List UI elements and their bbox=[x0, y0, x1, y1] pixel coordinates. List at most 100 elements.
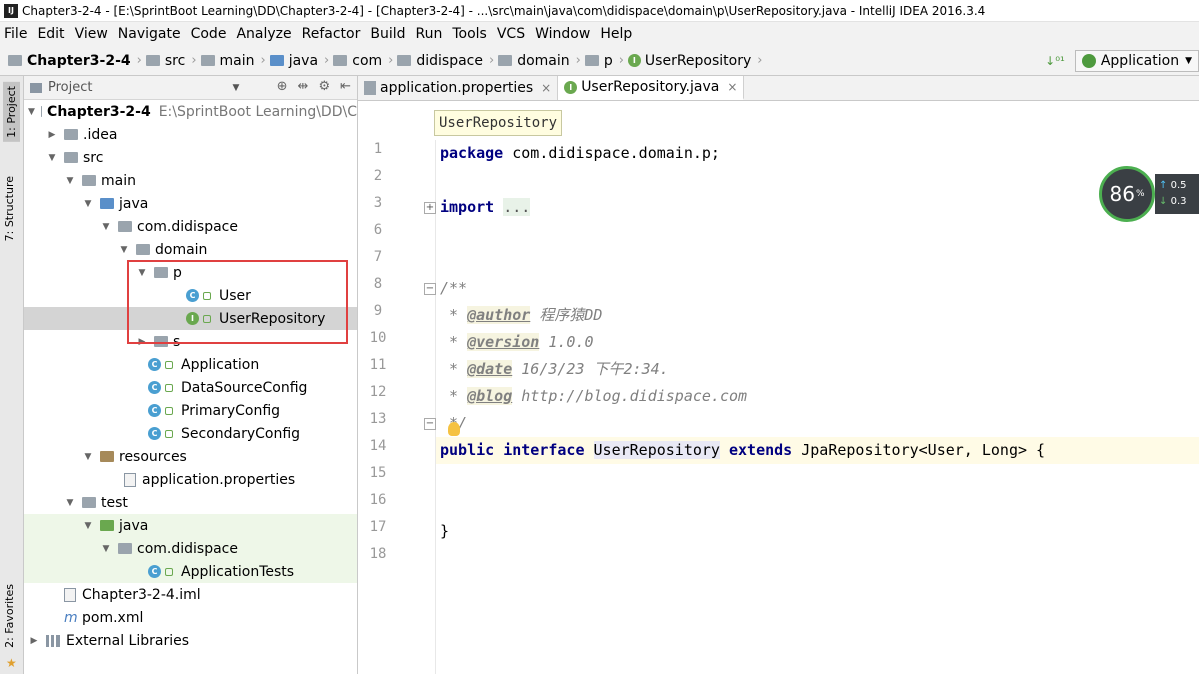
breadcrumb-p[interactable]: p › bbox=[584, 53, 624, 69]
tree-item-test[interactable]: ▼ test bbox=[24, 491, 357, 514]
package-icon bbox=[584, 55, 599, 66]
tab-userrepository-java[interactable]: I UserRepository.java × bbox=[558, 76, 745, 100]
tool-tab-project[interactable]: 1: Project bbox=[3, 82, 20, 142]
tree-item-datasourceconfig[interactable]: C DataSourceConfig bbox=[24, 376, 357, 399]
tree-item-s[interactable]: ▶ s bbox=[24, 330, 357, 353]
tree-item-user[interactable]: C User bbox=[24, 284, 357, 307]
line-number: 7 bbox=[373, 249, 383, 265]
class-icon: C bbox=[148, 427, 161, 440]
tree-item-p[interactable]: ▼ p bbox=[24, 261, 357, 284]
close-icon[interactable]: × bbox=[541, 81, 551, 95]
tree-item-iml[interactable]: Chapter3-2-4.iml bbox=[24, 583, 357, 606]
collapse-all-icon[interactable]: ⇹ bbox=[298, 79, 309, 94]
breadcrumb-userrepository[interactable]: I UserRepository › bbox=[627, 53, 762, 69]
class-icon: C bbox=[148, 381, 161, 394]
hide-panel-icon[interactable]: ⇤ bbox=[340, 79, 351, 94]
tree-item-domain[interactable]: ▼ domain bbox=[24, 238, 357, 261]
gear-icon[interactable]: ⚙ bbox=[318, 79, 330, 94]
tree-item-pom[interactable]: m pom.xml bbox=[24, 606, 357, 629]
maven-icon: m bbox=[64, 609, 78, 626]
tree-item-com-didispace[interactable]: ▼ com.didispace bbox=[24, 215, 357, 238]
menu-help[interactable]: Help bbox=[600, 26, 632, 42]
tree-item-application-properties[interactable]: application.properties bbox=[24, 468, 357, 491]
tab-application-properties[interactable]: application.properties × bbox=[358, 76, 559, 100]
tool-tab-favorites[interactable]: 2: Favorites bbox=[3, 584, 16, 648]
menu-analyze[interactable]: Analyze bbox=[236, 26, 291, 42]
window-title: Chapter3-2-4 - [E:\SprintBoot Learning\D… bbox=[22, 3, 986, 18]
breadcrumb-didispace[interactable]: didispace › bbox=[397, 53, 494, 69]
package-icon bbox=[118, 543, 132, 554]
test-class-icon: C bbox=[148, 565, 161, 578]
code-area[interactable]: package com.didispace.domain.p; import .… bbox=[440, 140, 1045, 540]
tree-item-project-root[interactable]: ▼ Chapter3-2-4 E:\SprintBoot Learning\DD\C bbox=[24, 100, 357, 123]
menu-edit[interactable]: Edit bbox=[37, 26, 64, 42]
folder-icon bbox=[145, 55, 160, 66]
expanded-arrow-icon: ▼ bbox=[28, 106, 35, 117]
breadcrumb-project[interactable]: Chapter3-2-4 › bbox=[8, 53, 142, 69]
collapse-fold-icon[interactable]: − bbox=[424, 418, 436, 430]
tree-item-external-libraries[interactable]: ▶ External Libraries bbox=[24, 629, 357, 652]
menu-file[interactable]: File bbox=[4, 26, 27, 42]
code-line: * @blog http://blog.didispace.com bbox=[440, 387, 748, 405]
breadcrumb-com[interactable]: com › bbox=[333, 53, 393, 69]
breadcrumb-java[interactable]: java › bbox=[269, 53, 329, 69]
line-number: 2 bbox=[373, 168, 383, 184]
project-view-selector[interactable]: Project bbox=[48, 80, 92, 95]
expanded-arrow-icon: ▼ bbox=[66, 175, 74, 186]
package-icon bbox=[397, 55, 412, 66]
favorites-star-icon: ★ bbox=[6, 656, 17, 670]
breadcrumb-main[interactable]: main › bbox=[200, 53, 266, 69]
source-folder-icon bbox=[100, 198, 114, 209]
lightbulb-intention-icon[interactable] bbox=[448, 422, 460, 436]
collapse-fold-icon[interactable]: − bbox=[424, 283, 436, 295]
menu-run[interactable]: Run bbox=[416, 26, 443, 42]
tree-item-primaryconfig[interactable]: C PrimaryConfig bbox=[24, 399, 357, 422]
menu-view[interactable]: View bbox=[75, 26, 108, 42]
menu-tools[interactable]: Tools bbox=[452, 26, 487, 42]
tree-item-resources[interactable]: ▼ resources bbox=[24, 445, 357, 468]
chevron-down-icon[interactable]: ▼ bbox=[232, 83, 239, 93]
tree-item-idea[interactable]: ▶ .idea bbox=[24, 123, 357, 146]
folder-icon bbox=[8, 55, 22, 66]
line-number-gutter: 1 2 3 6 7 8 9 10 11 12 13 14 15 16 17 18… bbox=[358, 140, 436, 674]
tree-item-application[interactable]: C Application bbox=[24, 353, 357, 376]
network-stats: ↑ 0.5 ↓ 0.3 bbox=[1155, 174, 1199, 214]
line-number: 1 bbox=[373, 141, 383, 157]
sort-icon[interactable]: ↓⁰¹ bbox=[1045, 54, 1065, 68]
tree-item-test-com-didispace[interactable]: ▼ com.didispace bbox=[24, 537, 357, 560]
expanded-arrow-icon: ▼ bbox=[84, 198, 92, 209]
menu-window[interactable]: Window bbox=[535, 26, 590, 42]
tree-item-userrepository[interactable]: I UserRepository bbox=[24, 307, 357, 330]
download-arrow-icon: ↓ bbox=[1159, 196, 1168, 207]
menu-build[interactable]: Build bbox=[370, 26, 405, 42]
tree-item-applicationtests[interactable]: C ApplicationTests bbox=[24, 560, 357, 583]
close-icon[interactable]: × bbox=[727, 80, 737, 94]
package-icon bbox=[136, 244, 150, 255]
folder-icon bbox=[200, 55, 215, 66]
menu-code[interactable]: Code bbox=[191, 26, 227, 42]
tree-item-secondaryconfig[interactable]: C SecondaryConfig bbox=[24, 422, 357, 445]
folded-imports[interactable]: ... bbox=[503, 198, 531, 216]
expand-fold-icon[interactable]: + bbox=[424, 202, 436, 214]
tree-item-main[interactable]: ▼ main bbox=[24, 169, 357, 192]
tree-item-src[interactable]: ▼ src bbox=[24, 146, 357, 169]
access-icon bbox=[165, 383, 173, 392]
menu-refactor[interactable]: Refactor bbox=[302, 26, 361, 42]
tree-item-java[interactable]: ▼ java bbox=[24, 192, 357, 215]
project-panel-header: Project ▼ ⊕ ⇹ ⚙ ⇤ bbox=[24, 76, 357, 100]
expanded-arrow-icon: ▼ bbox=[138, 267, 146, 278]
resources-folder-icon bbox=[100, 451, 114, 462]
tree-item-test-java[interactable]: ▼ java bbox=[24, 514, 357, 537]
tool-tab-structure[interactable]: 7: Structure bbox=[3, 176, 16, 241]
breadcrumb-domain[interactable]: domain › bbox=[498, 53, 581, 69]
interface-icon: I bbox=[186, 312, 199, 325]
library-icon bbox=[46, 634, 60, 647]
editor-panel: application.properties × I UserRepository.… bbox=[358, 76, 1199, 674]
expanded-arrow-icon: ▼ bbox=[120, 244, 128, 255]
menu-navigate[interactable]: Navigate bbox=[118, 26, 181, 42]
breadcrumb-src[interactable]: src › bbox=[145, 53, 197, 69]
menu-vcs[interactable]: VCS bbox=[497, 26, 525, 42]
scroll-from-source-icon[interactable]: ⊕ bbox=[277, 79, 288, 94]
run-configuration-selector[interactable]: Application ▼ bbox=[1074, 50, 1199, 72]
left-tool-strip: 1: Project 7: Structure 2: Favorites ★ bbox=[0, 76, 24, 674]
